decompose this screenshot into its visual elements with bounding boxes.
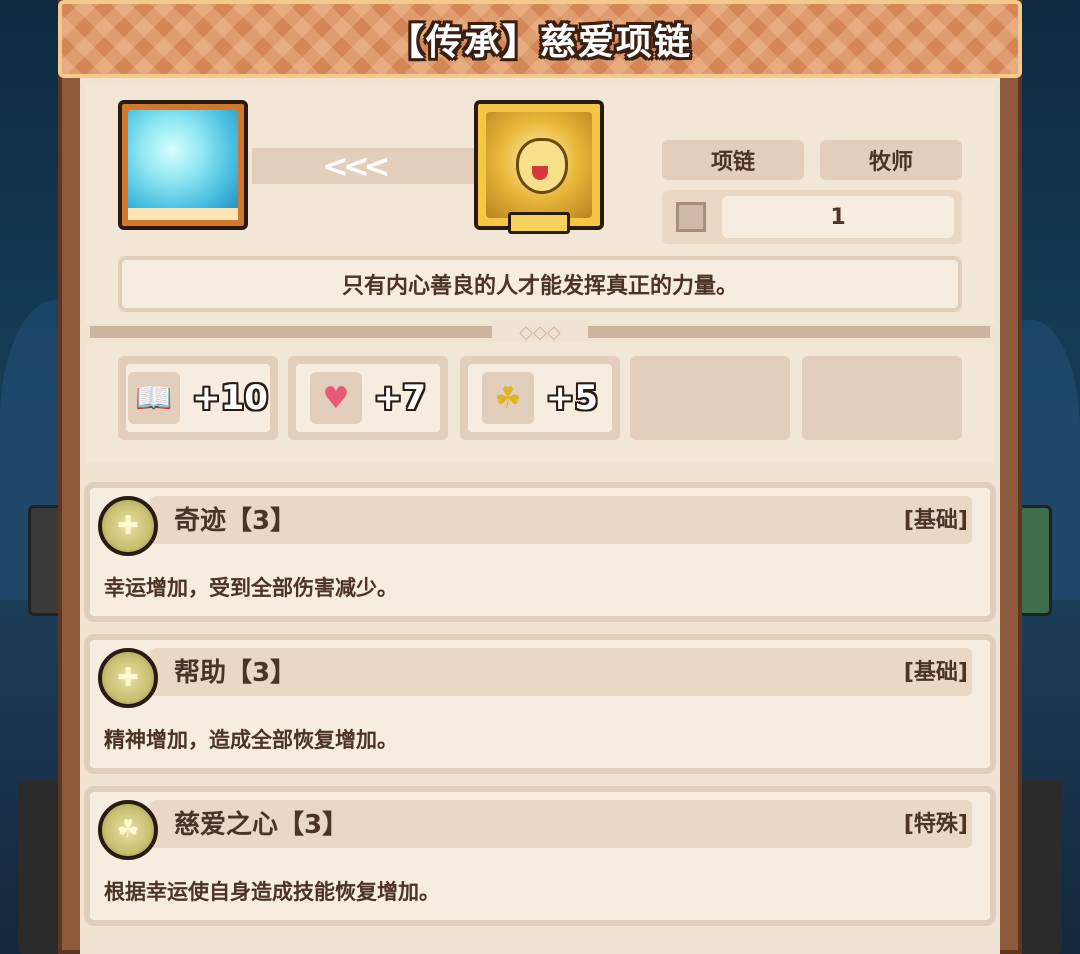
crystal-base — [128, 208, 238, 220]
item-description: 只有内心善良的人才能发挥真正的力量。 — [118, 256, 962, 312]
stat-value: +5 — [545, 378, 599, 418]
skill-name: 奇迹【3】 — [174, 506, 297, 536]
stat-slot: 📖 +10 — [118, 356, 278, 440]
clover-badge-icon: ☘ — [98, 800, 158, 860]
skill-description: 精神增加，造成全部恢复增加。 — [104, 728, 398, 752]
title-bar: 【传承】慈爱项链 — [58, 0, 1022, 78]
clover-icon: ☘ — [481, 372, 534, 424]
book-icon: 📖 — [128, 372, 181, 424]
stat-slot: ♥ +7 — [288, 356, 448, 440]
arrow-left-icon: <<< — [322, 147, 390, 185]
divider-ornament: ◇◇◇ — [492, 320, 588, 344]
golden-necklace-icon[interactable] — [474, 100, 604, 230]
stat-value: +7 — [373, 378, 427, 418]
skill-type: [基础] — [903, 660, 968, 685]
tag-class: 牧师 — [820, 140, 962, 180]
item-title: 【传承】慈爱项链 — [387, 22, 692, 63]
stat-slot-empty — [630, 356, 790, 440]
level-slot-icon — [676, 202, 706, 232]
rank-badge — [508, 212, 570, 234]
skill-name: 帮助【3】 — [174, 658, 297, 688]
skill-type: [基础] — [903, 508, 968, 533]
skill-card[interactable]: ☘ 慈爱之心【3】 [特殊] 根据幸运使自身造成技能恢复增加。 — [84, 786, 996, 926]
skill-description: 根据幸运使自身造成技能恢复增加。 — [104, 880, 440, 904]
heart-icon: ♥ — [309, 372, 362, 424]
crystal-art — [128, 110, 238, 210]
skill-description: 幸运增加，受到全部伤害减少。 — [104, 576, 398, 600]
skill-card[interactable]: ✚ 帮助【3】 [基础] 精神增加，造成全部恢复增加。 — [84, 634, 996, 774]
stat-slot-empty — [802, 356, 962, 440]
skill-card[interactable]: ✚ 奇迹【3】 [基础] 幸运增加，受到全部伤害减少。 — [84, 482, 996, 622]
level-value: 1 — [722, 196, 954, 238]
inherit-arrow-strip: <<< — [252, 148, 474, 184]
cross-badge-icon: ✚ — [98, 648, 158, 708]
crystal-orb-icon[interactable] — [118, 100, 248, 230]
stat-value: +10 — [192, 378, 268, 418]
cross-badge-icon: ✚ — [98, 496, 158, 556]
skill-type: [特殊] — [903, 812, 968, 837]
skill-name: 慈爱之心【3】 — [174, 810, 349, 840]
tag-type: 项链 — [662, 140, 804, 180]
stat-slot: ☘ +5 — [460, 356, 620, 440]
